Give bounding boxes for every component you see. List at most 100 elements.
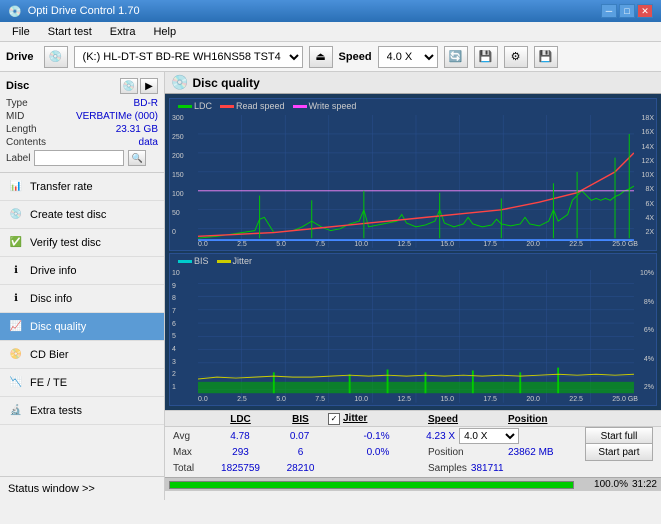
charts-area: LDC Read speed Write speed 300 250 (165, 94, 661, 410)
nav-list: 📊 Transfer rate 💿 Create test disc ✅ Ver… (0, 173, 164, 425)
avg-speed-section: 4.23 X 4.0 X (426, 428, 585, 444)
sidebar-item-extra-tests[interactable]: 🔬 Extra tests (0, 397, 164, 425)
menu-help[interactable]: Help (145, 24, 184, 40)
y-label-14x: 14X (642, 144, 654, 151)
max-bis: 6 (273, 447, 328, 458)
speed-select[interactable]: 4.0 X (459, 428, 519, 444)
sidebar-item-drive-info[interactable]: ℹ Drive info (0, 257, 164, 285)
sidebar: Disc 💿 ▶ Type BD-R MID VERBATIMe (000) L… (0, 72, 165, 500)
y-label-16x: 16X (642, 129, 654, 136)
jitter-color (217, 260, 231, 263)
disc-length-label: Length (6, 124, 37, 135)
chart1-y-labels-left: 300 250 200 150 100 50 0 (172, 115, 184, 236)
ldc-color (178, 105, 192, 108)
transfer-rate-icon: 📊 (8, 179, 24, 195)
nav-label-disc-quality: Disc quality (30, 321, 86, 333)
disc-quality-header-icon: 💿 (171, 74, 188, 91)
bis-legend-label: BIS (194, 256, 209, 266)
nav-label-drive-info: Drive info (30, 265, 76, 277)
stats-avg-row: Avg 4.78 0.07 -0.1% 4.23 X 4.0 X Start f… (173, 428, 653, 444)
drive-toolbar: Drive 💿 (K:) HL-DT-ST BD-RE WH16NS58 TST… (0, 42, 661, 72)
avg-jitter: -0.1% (327, 431, 426, 442)
position-header: Position (508, 413, 588, 425)
max-ldc: 293 (208, 447, 273, 458)
chart2-legend: BIS Jitter (178, 256, 252, 266)
position-label-row: Position (428, 447, 508, 458)
disc-mid-label: MID (6, 111, 24, 122)
main-layout: Disc 💿 ▶ Type BD-R MID VERBATIMe (000) L… (0, 72, 661, 500)
settings-button[interactable]: ⚙ (504, 46, 528, 68)
disc-icon-button[interactable]: 💿 (120, 78, 138, 94)
progress-bar-inner (170, 482, 573, 488)
y-label-10x: 10X (642, 172, 654, 179)
title-bar: 💿 Opti Drive Control 1.70 ─ □ ✕ (0, 0, 661, 22)
ldc-legend-label: LDC (194, 101, 212, 111)
y-label-8x: 8X (642, 186, 654, 193)
disc-action-button[interactable]: ▶ (140, 78, 158, 94)
save-button[interactable]: 💾 (534, 46, 558, 68)
status-window-button[interactable]: Status window >> (0, 476, 164, 500)
start-part-button-container: Start part (585, 443, 653, 461)
max-jitter: 0.0% (328, 447, 428, 458)
disc-quality-title: Disc quality (192, 76, 259, 90)
chart2-x-labels: 0.0 2.5 5.0 7.5 10.0 12.5 15.0 17.5 20.0… (198, 396, 638, 403)
jitter-checkbox[interactable]: ✓ (328, 413, 340, 425)
drive-icon-button[interactable]: 💿 (44, 46, 68, 68)
chart1-legend: LDC Read speed Write speed (178, 101, 356, 111)
avg-speed-val: 4.23 X (426, 431, 455, 442)
menu-file[interactable]: File (4, 24, 38, 40)
nav-label-extra-tests: Extra tests (30, 405, 82, 417)
speed-selector[interactable]: 4.0 X (378, 46, 438, 68)
y-label-12x: 12X (642, 158, 654, 165)
nav-label-verify-test-disc: Verify test disc (30, 237, 101, 249)
ldc-header: LDC (208, 413, 273, 425)
start-part-button[interactable]: Start part (585, 443, 653, 461)
disc-type-value: BD-R (134, 98, 158, 109)
drive-info-icon: ℹ (8, 263, 24, 279)
refresh-button[interactable]: 🔄 (444, 46, 468, 68)
eject-button[interactable]: ⏏ (309, 46, 333, 68)
sidebar-item-transfer-rate[interactable]: 📊 Transfer rate (0, 173, 164, 201)
sidebar-item-create-test-disc[interactable]: 💿 Create test disc (0, 201, 164, 229)
jitter-legend-label: Jitter (233, 256, 253, 266)
minimize-button[interactable]: ─ (601, 4, 617, 18)
chart1-y-labels-right: 18X 16X 14X 12X 10X 8X 6X 4X 2X (642, 115, 654, 236)
menu-extra[interactable]: Extra (102, 24, 144, 40)
y-label-100: 100 (172, 191, 184, 198)
disc-contents-row: Contents data (6, 137, 158, 148)
stats-total-row: Total 1825759 28210 Samples 381711 (173, 460, 653, 476)
speed-label: Speed (339, 51, 372, 63)
close-button[interactable]: ✕ (637, 4, 653, 18)
jitter-header: ✓ Jitter (328, 413, 428, 425)
disc-quality-icon: 📈 (8, 319, 24, 335)
position-value: 23862 MB (508, 447, 554, 458)
avg-ldc: 4.78 (208, 431, 273, 442)
total-bis: 28210 (273, 463, 328, 474)
sidebar-item-disc-info[interactable]: ℹ Disc info (0, 285, 164, 313)
drive-label: Drive (6, 51, 34, 63)
avg-label: Avg (173, 431, 208, 442)
disc-header: Disc 💿 ▶ (6, 78, 158, 94)
sidebar-item-disc-quality[interactable]: 📈 Disc quality (0, 313, 164, 341)
app-icon: 💿 (8, 5, 22, 18)
disc-label-button[interactable]: 🔍 (128, 150, 146, 166)
chart2-y-labels-left: 10 9 8 7 6 5 4 3 2 1 (172, 270, 180, 391)
y-label-50: 50 (172, 210, 184, 217)
write-button[interactable]: 💾 (474, 46, 498, 68)
sidebar-item-verify-test-disc[interactable]: ✅ Verify test disc (0, 229, 164, 257)
chart-bis: BIS Jitter 10 9 8 7 6 5 4 (169, 253, 657, 406)
y-label-150: 150 (172, 172, 184, 179)
menu-start-test[interactable]: Start test (40, 24, 100, 40)
sidebar-item-cd-bier[interactable]: 📀 CD Bier (0, 341, 164, 369)
disc-type-row: Type BD-R (6, 98, 158, 109)
maximize-button[interactable]: □ (619, 4, 635, 18)
menu-bar: File Start test Extra Help (0, 22, 661, 42)
drive-selector[interactable]: (K:) HL-DT-ST BD-RE WH16NS58 TST4 (74, 46, 303, 68)
title-bar-controls: ─ □ ✕ (601, 4, 653, 18)
disc-label-input[interactable] (34, 150, 124, 166)
y-label-2x: 2X (642, 229, 654, 236)
title-bar-title: 💿 Opti Drive Control 1.70 (8, 5, 140, 18)
samples-value: 381711 (471, 463, 504, 474)
bis-color (178, 260, 192, 263)
sidebar-item-fe-te[interactable]: 📉 FE / TE (0, 369, 164, 397)
